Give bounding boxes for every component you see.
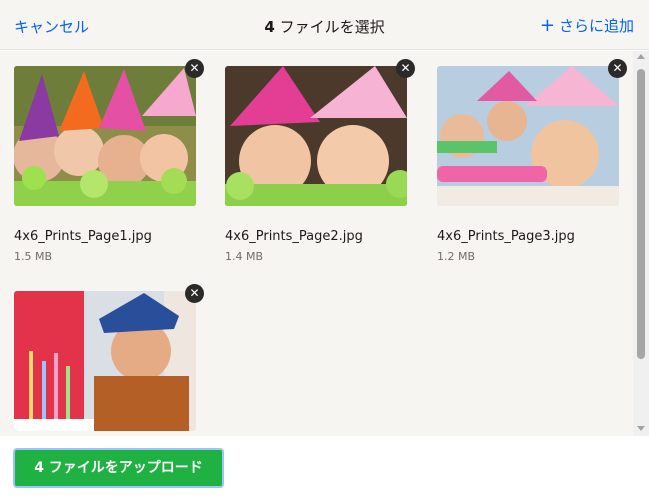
remove-file-button[interactable]: ✕ — [608, 59, 627, 78]
file-size: 1.4 MB — [225, 250, 264, 263]
plus-icon: + — [539, 15, 555, 36]
vertical-scrollbar[interactable] — [633, 51, 649, 436]
scroll-up-arrow-icon[interactable] — [637, 54, 645, 59]
scroll-thumb[interactable] — [637, 69, 645, 359]
file-size: 1.2 MB — [437, 250, 476, 263]
title-text: ファイルを選択 — [274, 18, 385, 36]
file-thumbnail — [14, 291, 196, 431]
file-thumbnail — [437, 66, 619, 206]
close-icon: ✕ — [400, 61, 411, 75]
close-icon: ✕ — [612, 61, 623, 75]
modal-header: キャンセル 4 ファイルを選択 + さらに追加 — [0, 0, 649, 50]
file-size: 1.5 MB — [14, 250, 53, 263]
scroll-down-arrow-icon[interactable] — [637, 426, 645, 431]
upload-files-button[interactable]: 4 ファイルをアップロード — [13, 448, 224, 488]
modal-footer: 4 ファイルをアップロード — [0, 436, 649, 499]
file-name: 4x6_Prints_Page1.jpg — [14, 229, 152, 244]
file-thumbnail — [225, 66, 407, 206]
close-icon: ✕ — [189, 286, 200, 300]
close-icon: ✕ — [189, 61, 200, 75]
remove-file-button[interactable]: ✕ — [185, 284, 204, 303]
file-name: 4x6_Prints_Page3.jpg — [437, 229, 575, 244]
remove-file-button[interactable]: ✕ — [185, 59, 204, 78]
file-thumbnail — [14, 66, 196, 206]
title-count: 4 — [264, 18, 275, 36]
add-more-button[interactable]: + さらに追加 — [540, 15, 634, 36]
file-name: 4x6_Prints_Page2.jpg — [225, 229, 363, 244]
file-grid: ✕ 4x6_Prints_Page1.jpg 1.5 MB ✕ 4x6_Prin… — [0, 51, 633, 436]
add-more-label: さらに追加 — [558, 17, 634, 35]
remove-file-button[interactable]: ✕ — [396, 59, 415, 78]
